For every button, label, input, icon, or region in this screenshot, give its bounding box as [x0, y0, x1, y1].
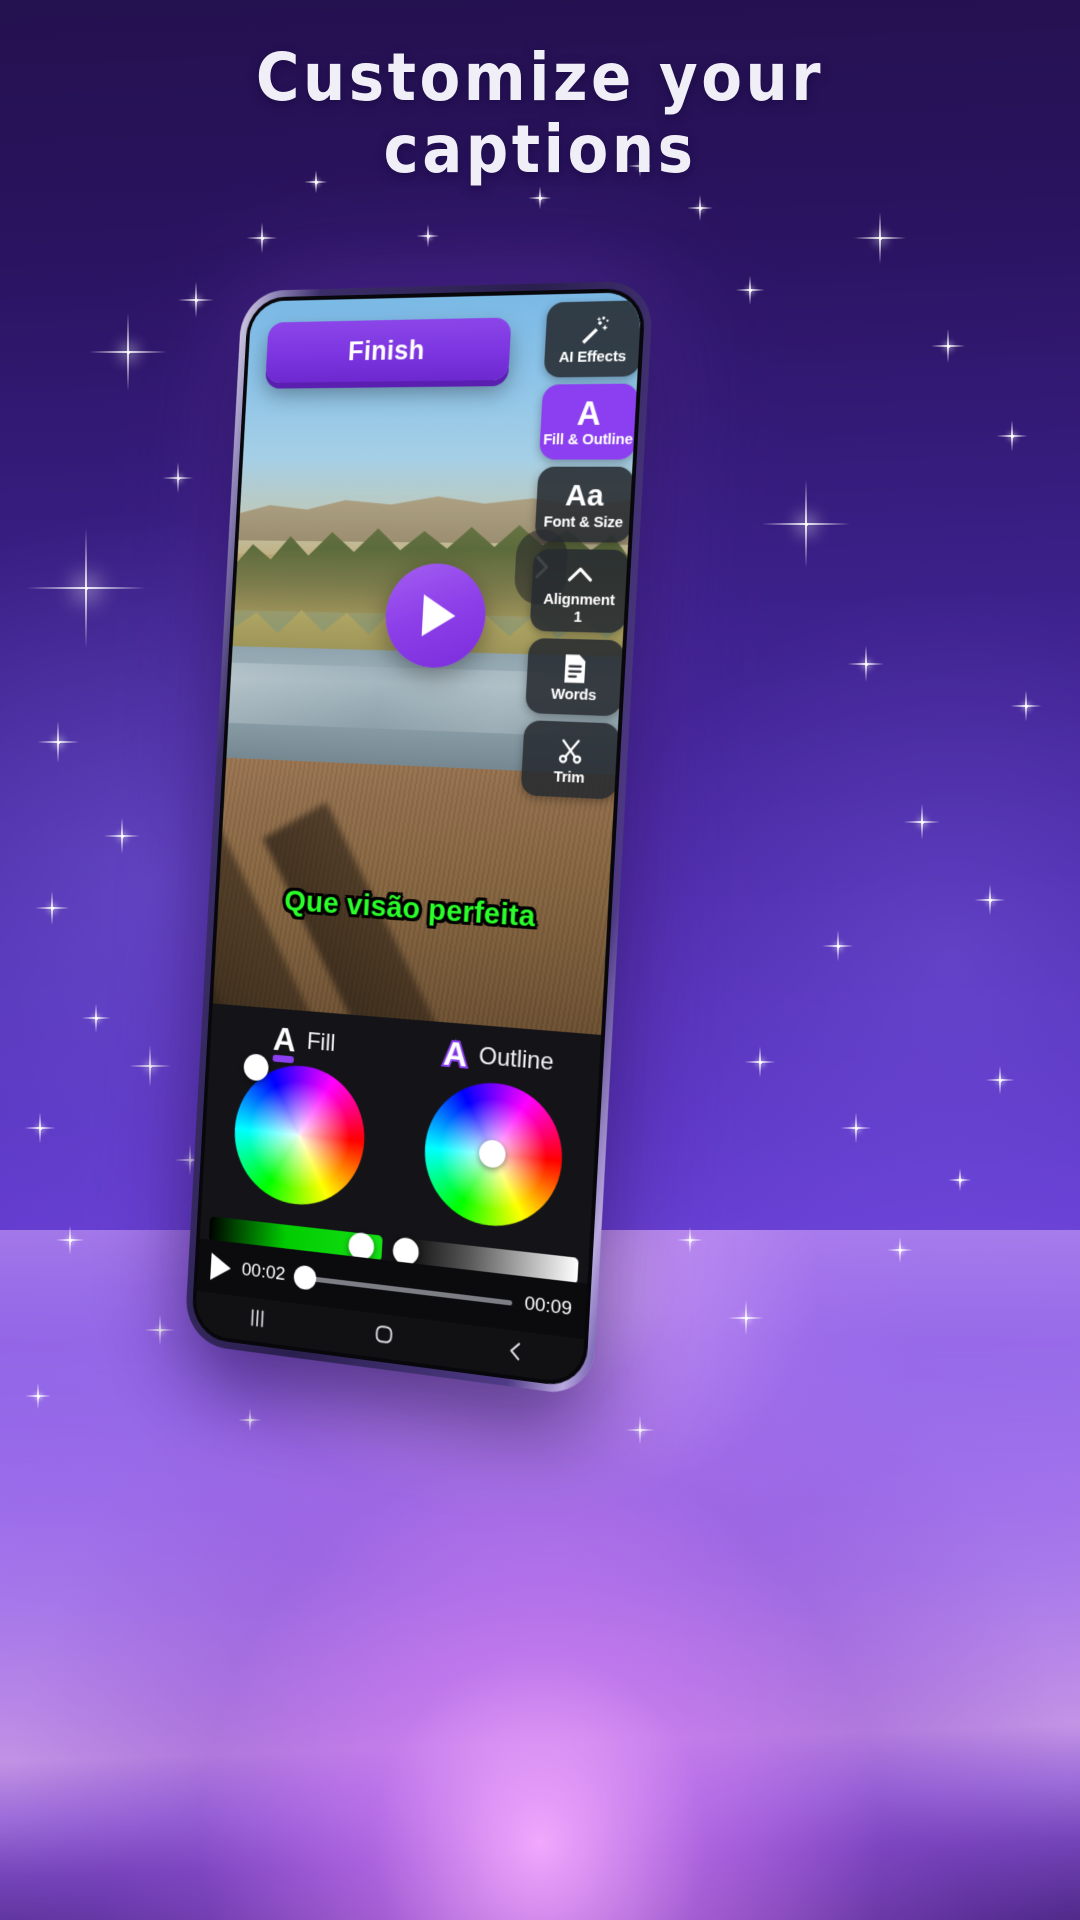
- outline-color-section: A Outline: [391, 1032, 601, 1237]
- magic-wand-icon: [576, 313, 612, 348]
- headline-line-1: Customize your: [255, 39, 825, 116]
- fill-color-wheel[interactable]: [231, 1053, 369, 1212]
- toolbar-item-fill-outline[interactable]: A Fill & Outline: [538, 383, 639, 460]
- toolbar-item-label: AI Effects: [558, 347, 627, 367]
- play-icon: [421, 594, 457, 638]
- chevron-up-icon: [565, 556, 595, 591]
- headline-line-2: captions: [383, 111, 697, 188]
- toolbar-item-words[interactable]: Words: [524, 637, 625, 717]
- outline-color-wheel[interactable]: [421, 1077, 566, 1233]
- toolbar-item-label: Trim: [553, 768, 585, 787]
- chevron-right-icon: [526, 553, 555, 582]
- phone-screen: Finish AI Effects A Fill & Outline Aa Font &…: [194, 292, 643, 1385]
- fill-header: A Fill: [272, 1020, 337, 1060]
- timeline-play-icon[interactable]: [210, 1252, 232, 1283]
- outline-header: A Outline: [440, 1032, 555, 1078]
- outline-slider-knob[interactable]: [392, 1236, 420, 1267]
- current-time-label: 00:02: [241, 1259, 286, 1286]
- toolbar-item-sublabel: 1: [573, 608, 583, 627]
- toolbar-item-font-size[interactable]: Aa Font & Size: [534, 466, 635, 543]
- android-navigation-bar: [194, 1290, 585, 1385]
- timeline-track[interactable]: [292, 1264, 513, 1306]
- outline-brightness-slider[interactable]: [392, 1236, 579, 1285]
- fill-color-section: A Fill: [202, 1019, 400, 1215]
- fill-letter-icon: A: [272, 1020, 297, 1060]
- home-icon[interactable]: [371, 1319, 397, 1353]
- timeline-scrubber-knob[interactable]: [292, 1264, 317, 1291]
- fill-color-knob[interactable]: [243, 1053, 270, 1082]
- font-size-icon: Aa: [564, 478, 605, 513]
- outline-letter-icon: A: [440, 1032, 470, 1076]
- phone-mockup: Finish AI Effects A Fill & Outline Aa Font &…: [184, 280, 667, 1398]
- toolbar-item-trim[interactable]: Trim: [520, 720, 621, 800]
- toolbar-item-label: Words: [550, 685, 597, 705]
- toolbar-item-label: Alignment: [542, 590, 616, 610]
- video-preview[interactable]: Finish AI Effects A Fill & Outline Aa Font &…: [212, 292, 643, 1035]
- color-panel: A Fill A Outline 00:02 00:09: [194, 1003, 602, 1385]
- fill-label: Fill: [306, 1027, 337, 1058]
- color-swatch-row: A Fill A Outline: [202, 1019, 600, 1236]
- total-time-label: 00:09: [523, 1292, 573, 1321]
- page-title: Customize your captions: [0, 44, 1080, 184]
- scissors-icon: [556, 734, 586, 770]
- letter-a-icon: A: [576, 394, 603, 433]
- finish-button[interactable]: Finish: [265, 317, 512, 383]
- back-icon[interactable]: [502, 1336, 529, 1371]
- editor-toolbar: AI Effects A Fill & Outline Aa Font & Size Al…: [520, 300, 643, 800]
- phone-body: Finish AI Effects A Fill & Outline Aa Font &…: [184, 280, 654, 1398]
- document-lines-icon: [561, 651, 589, 686]
- toolbar-item-label: Fill & Outline: [542, 430, 634, 449]
- toolbar-item-alignment[interactable]: Alignment 1: [529, 548, 630, 634]
- toolbar-item-label: Font & Size: [543, 513, 624, 532]
- outline-color-knob[interactable]: [478, 1138, 507, 1169]
- recents-icon[interactable]: [245, 1303, 270, 1336]
- toolbar-item-ai-effects[interactable]: AI Effects: [543, 300, 643, 378]
- outline-label: Outline: [478, 1042, 555, 1077]
- next-arrow-button[interactable]: [513, 529, 569, 606]
- finish-button-label: Finish: [347, 334, 426, 366]
- phone-bezel: Finish AI Effects A Fill & Outline Aa Font &…: [190, 287, 647, 1390]
